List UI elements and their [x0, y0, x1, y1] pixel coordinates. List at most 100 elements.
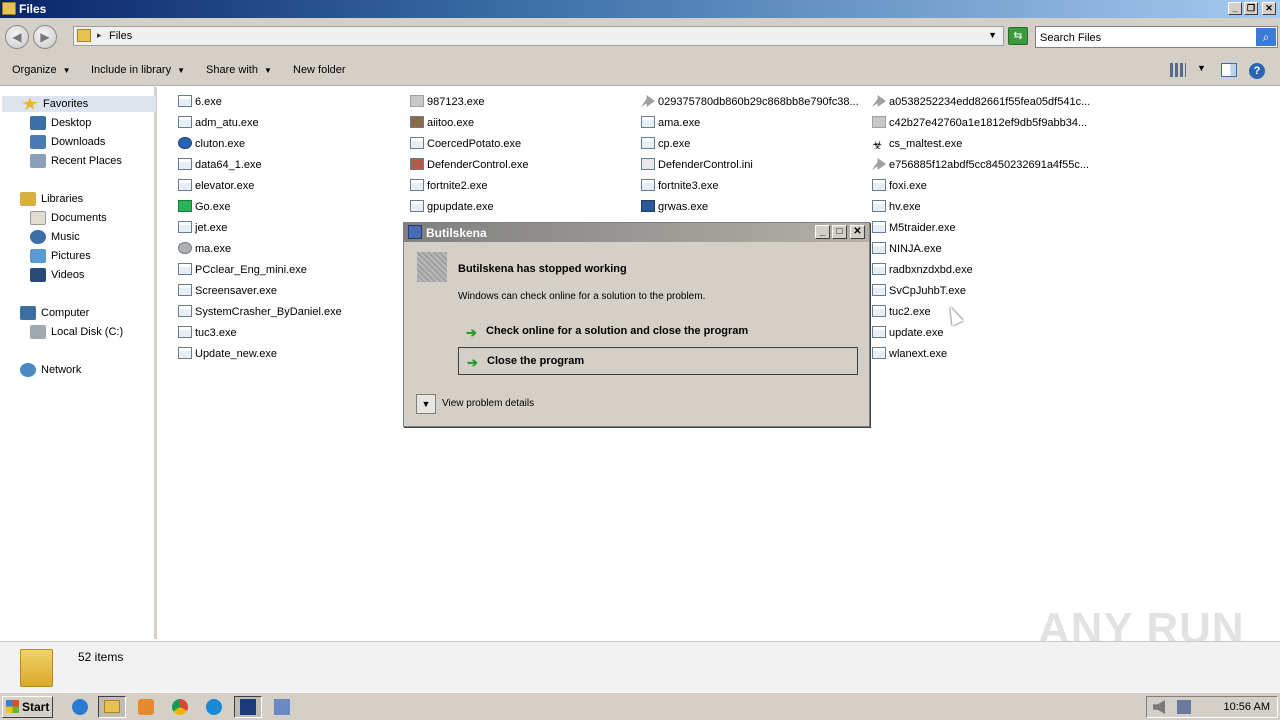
organize-button[interactable]: Organize ▼ — [12, 64, 71, 76]
volume-icon[interactable] — [1153, 700, 1165, 714]
nav-computer[interactable]: Computer — [20, 305, 89, 321]
file-item[interactable]: elevator.exe — [178, 178, 254, 194]
file-item[interactable]: ama.exe — [641, 115, 700, 131]
nav-network[interactable]: Network — [20, 362, 81, 378]
chevron-down-icon[interactable]: ▼ — [1197, 63, 1206, 73]
file-item[interactable]: ☣ cs_maltest.exe — [872, 136, 962, 152]
network-icon[interactable] — [1177, 700, 1191, 714]
chrome-icon[interactable] — [166, 696, 194, 718]
file-item[interactable]: tuc3.exe — [178, 325, 237, 341]
nav-videos[interactable]: Videos — [30, 267, 84, 283]
chevron-right-icon[interactable]: ▸ — [97, 30, 102, 41]
address-field[interactable]: ▸ Files ▼ — [73, 26, 1004, 46]
close-button[interactable]: ✕ — [1262, 2, 1276, 15]
explorer-task[interactable] — [98, 696, 126, 718]
file-item[interactable]: 987123.exe — [410, 94, 485, 110]
file-item[interactable]: cluton.exe — [178, 136, 245, 152]
file-item[interactable]: ma.exe — [178, 241, 231, 257]
file-item[interactable]: NINJA.exe — [872, 241, 942, 257]
file-item[interactable]: Update_new.exe — [178, 346, 277, 362]
file-item[interactable]: gpupdate.exe — [410, 199, 494, 215]
search-input[interactable] — [1040, 30, 1252, 45]
preview-pane-icon[interactable] — [1221, 63, 1237, 77]
nav-favorites[interactable]: Favorites — [2, 96, 156, 112]
nav-local-disk[interactable]: Local Disk (C:) — [30, 324, 123, 340]
file-item[interactable]: c42b27e42760a1e1812ef9db5f9abb34... — [872, 115, 1087, 131]
clock[interactable]: 10:56 AM — [1224, 701, 1270, 713]
file-name: 029375780db860b29c868bb8e790fc38... — [658, 96, 859, 108]
expand-details-button[interactable]: ▼ — [416, 394, 436, 414]
file-name: fortnite2.exe — [427, 180, 488, 192]
dialog-maximize-button[interactable]: □ — [832, 225, 847, 239]
search-icon[interactable]: ⌕ — [1256, 28, 1276, 46]
nav-downloads[interactable]: Downloads — [30, 134, 105, 150]
ie-icon[interactable] — [66, 696, 94, 718]
file-item[interactable]: grwas.exe — [641, 199, 708, 215]
dialog-minimize-button[interactable]: _ — [815, 225, 830, 239]
nav-libraries[interactable]: Libraries — [20, 191, 83, 207]
new-folder-button[interactable]: New folder — [293, 64, 346, 76]
file-item[interactable]: cp.exe — [641, 136, 690, 152]
exe-icon — [872, 200, 886, 212]
breadcrumb[interactable]: Files — [109, 30, 132, 42]
start-button[interactable]: Start — [2, 696, 53, 718]
file-item[interactable]: a0538252234edd82661f55fea05df541c... — [872, 94, 1090, 110]
file-name: cs_maltest.exe — [889, 138, 963, 150]
file-item[interactable]: CoercedPotato.exe — [410, 136, 521, 152]
error-reporting-task[interactable] — [268, 696, 296, 718]
file-item[interactable]: radbxnzdxbd.exe — [872, 262, 973, 278]
restore-button[interactable]: ❐ — [1244, 2, 1258, 15]
nav-music[interactable]: Music — [30, 229, 80, 245]
window-title: Files — [19, 2, 47, 16]
file-item[interactable]: tuc2.exe — [872, 304, 931, 320]
file-item[interactable]: DefenderControl.exe — [410, 157, 529, 173]
file-name: update.exe — [889, 327, 944, 339]
file-item[interactable]: SystemCrasher_ByDaniel.exe — [178, 304, 342, 320]
media-player-icon[interactable] — [132, 696, 160, 718]
back-button[interactable]: ◀ — [5, 25, 29, 49]
search-box[interactable]: ⌕ — [1035, 26, 1278, 48]
check-online-button[interactable]: ➔ Check online for a solution and close … — [458, 318, 858, 346]
view-options-icon[interactable] — [1170, 63, 1186, 77]
refresh-button[interactable]: ⇆ — [1008, 27, 1028, 45]
file-name: wlanext.exe — [889, 348, 948, 360]
edge-icon[interactable] — [200, 696, 228, 718]
share-with-button[interactable]: Share with ▼ — [206, 64, 272, 76]
file-item[interactable]: M5traider.exe — [872, 220, 956, 236]
file-item[interactable]: 6.exe — [178, 94, 222, 110]
close-program-button[interactable]: ➔ Close the program — [458, 347, 858, 375]
help-icon[interactable]: ? — [1249, 63, 1265, 79]
minimize-button[interactable]: _ — [1228, 2, 1242, 15]
file-item[interactable]: foxi.exe — [872, 178, 927, 194]
file-item[interactable]: SvCpJuhbT.exe — [872, 283, 966, 299]
file-item[interactable]: update.exe — [872, 325, 943, 341]
file-item[interactable]: adm_atu.exe — [178, 115, 259, 131]
exe-icon — [410, 137, 424, 149]
nav-documents[interactable]: Documents — [30, 210, 107, 226]
file-name: data64_1.exe — [195, 159, 262, 171]
file-item[interactable]: data64_1.exe — [178, 157, 262, 173]
dialog-close-button[interactable]: ✕ — [850, 225, 865, 239]
nav-desktop[interactable]: Desktop — [30, 115, 91, 131]
file-item[interactable]: fortnite2.exe — [410, 178, 488, 194]
file-item[interactable]: jet.exe — [178, 220, 227, 236]
nav-label: Network — [41, 364, 82, 376]
include-in-library-button[interactable]: Include in library ▼ — [91, 64, 185, 76]
app-task[interactable] — [234, 696, 262, 718]
file-item[interactable]: hv.exe — [872, 199, 921, 215]
view-details-label[interactable]: View problem details — [442, 398, 534, 409]
nav-pictures[interactable]: Pictures — [30, 248, 91, 264]
file-item[interactable]: DefenderControl.ini — [641, 157, 753, 173]
file-item[interactable]: fortnite3.exe — [641, 178, 719, 194]
forward-button[interactable]: ▶ — [33, 25, 57, 49]
window-titlebar: Files _ ❐ ✕ — [0, 0, 1280, 18]
chevron-down-icon[interactable]: ▼ — [988, 30, 997, 40]
file-item[interactable]: PCclear_Eng_mini.exe — [178, 262, 307, 278]
file-item[interactable]: e756885f12abdf5cc8450232691a4f55c... — [872, 157, 1089, 173]
file-item[interactable]: aiitoo.exe — [410, 115, 474, 131]
file-item[interactable]: Go.exe — [178, 199, 230, 215]
nav-recent-places[interactable]: Recent Places — [30, 153, 122, 169]
file-item[interactable]: wlanext.exe — [872, 346, 947, 362]
file-item[interactable]: 029375780db860b29c868bb8e790fc38... — [641, 94, 859, 110]
file-item[interactable]: Screensaver.exe — [178, 283, 277, 299]
